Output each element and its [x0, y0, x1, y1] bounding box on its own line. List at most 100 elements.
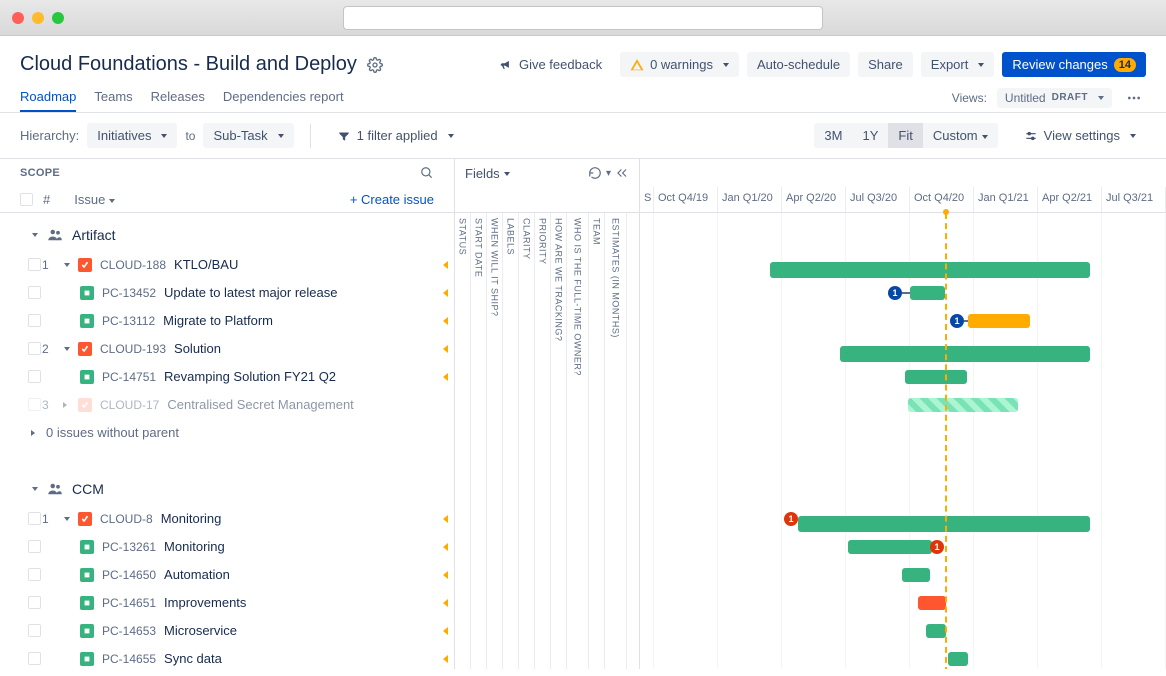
view-settings-button[interactable]: View settings	[1014, 123, 1146, 148]
range-custom-button[interactable]: Custom	[923, 123, 998, 148]
minimize-window-button[interactable]	[32, 12, 44, 24]
undo-icon[interactable]	[588, 166, 602, 180]
field-column[interactable]: STATUS	[455, 213, 471, 669]
field-column[interactable]: ESTIMATES (IN MONTHS)	[605, 213, 627, 669]
more-menu-icon[interactable]	[1122, 86, 1146, 110]
issue-row[interactable]: PC-13112 Migrate to Platform	[0, 307, 454, 335]
row-checkbox[interactable]	[28, 370, 41, 383]
gantt-bar[interactable]	[902, 568, 930, 582]
issue-row[interactable]: PC-13261 Monitoring	[0, 533, 454, 561]
field-column[interactable]: HOW ARE WE TRACKING?	[551, 213, 567, 669]
issue-row[interactable]: PC-14651 Improvements	[0, 589, 454, 617]
review-changes-button[interactable]: Review changes 14	[1002, 52, 1146, 77]
to-label: to	[185, 129, 195, 143]
dependency-badge[interactable]: 1	[888, 286, 902, 300]
gantt-bar[interactable]	[910, 286, 945, 300]
field-column[interactable]: LABELS	[503, 213, 519, 669]
chevron-right-icon[interactable]	[28, 430, 38, 436]
tab-releases[interactable]: Releases	[151, 83, 205, 112]
field-column[interactable]: WHEN WILL IT SHIP?	[487, 213, 503, 669]
issue-row[interactable]: PC-14655 Sync data	[0, 645, 454, 669]
gantt-bar[interactable]	[905, 370, 967, 384]
filters-button[interactable]: 1 filter applied	[327, 123, 464, 148]
gantt-bar[interactable]	[918, 596, 946, 610]
issue-row[interactable]: 3 CLOUD-17 Centralised Secret Management	[0, 391, 454, 419]
gantt-bar[interactable]	[848, 540, 932, 554]
warning-marker-icon	[443, 317, 448, 325]
tab-roadmap[interactable]: Roadmap	[20, 83, 76, 112]
row-checkbox[interactable]	[28, 258, 41, 271]
row-checkbox[interactable]	[28, 286, 41, 299]
issue-row[interactable]: 1 CLOUD-8 Monitoring	[0, 505, 454, 533]
row-checkbox[interactable]	[28, 568, 41, 581]
field-column[interactable]: TEAM	[589, 213, 605, 669]
issue-row[interactable]: PC-14751 Revamping Solution FY21 Q2	[0, 363, 454, 391]
hierarchy-from-select[interactable]: Initiatives	[87, 123, 177, 148]
auto-schedule-button[interactable]: Auto-schedule	[747, 52, 850, 77]
issue-row[interactable]: 1 CLOUD-188 KTLO/BAU	[0, 251, 454, 279]
search-icon[interactable]	[420, 166, 434, 180]
group-ccm[interactable]: CCM	[0, 467, 454, 505]
row-checkbox[interactable]	[28, 342, 41, 355]
fields-dropdown[interactable]: Fields	[465, 166, 510, 181]
view-selector[interactable]: Untitled DRAFT	[997, 88, 1112, 108]
field-column[interactable]: WHO IS THE FULL-TIME OWNER?	[567, 213, 589, 669]
chevron-down-icon[interactable]	[60, 263, 70, 267]
issue-col-label[interactable]: Issue	[74, 192, 115, 207]
gear-icon[interactable]	[367, 57, 383, 73]
row-checkbox[interactable]	[28, 596, 41, 609]
row-checkbox[interactable]	[28, 540, 41, 553]
row-checkbox[interactable]	[28, 624, 41, 637]
timeline-header-cell: Jul Q3/20	[846, 187, 910, 212]
chevron-down-icon[interactable]	[60, 347, 70, 351]
tabs-row: Roadmap Teams Releases Dependencies repo…	[0, 83, 1166, 113]
issue-row[interactable]: PC-13452 Update to latest major release	[0, 279, 454, 307]
gantt-bar[interactable]	[798, 516, 1090, 532]
row-checkbox[interactable]	[28, 398, 41, 411]
warnings-button[interactable]: 0 warnings	[620, 52, 739, 77]
select-all-checkbox[interactable]	[20, 193, 33, 206]
chevron-down-icon[interactable]	[60, 517, 70, 521]
export-button[interactable]: Export	[921, 52, 995, 77]
create-issue-button[interactable]: + Create issue	[350, 192, 434, 207]
row-number: 3	[42, 398, 52, 412]
range-fit-button[interactable]: Fit	[888, 123, 922, 148]
row-checkbox[interactable]	[28, 512, 41, 525]
gantt-bar[interactable]	[968, 314, 1030, 328]
field-column[interactable]: PRIORITY	[535, 213, 551, 669]
issue-row[interactable]: PC-14653 Microservice	[0, 617, 454, 645]
field-column[interactable]: CLARITY	[519, 213, 535, 669]
timeline-panel[interactable]: SOct Q4/19Jan Q1/20Apr Q2/20Jul Q3/20Oct…	[640, 159, 1166, 669]
chevron-down-icon[interactable]	[28, 487, 38, 491]
issue-row[interactable]: PC-14650 Automation	[0, 561, 454, 589]
field-column[interactable]: START DATE	[471, 213, 487, 669]
undo-redo-icons[interactable]: ▾	[588, 166, 629, 180]
hierarchy-to-select[interactable]: Sub-Task	[203, 123, 293, 148]
gantt-bar[interactable]	[908, 398, 1018, 412]
tab-teams[interactable]: Teams	[94, 83, 132, 112]
gantt-bar[interactable]	[840, 346, 1090, 362]
gantt-bar[interactable]	[770, 262, 1090, 278]
give-feedback-button[interactable]: Give feedback	[489, 52, 612, 77]
chevron-down-icon[interactable]	[28, 233, 38, 237]
maximize-window-button[interactable]	[52, 12, 64, 24]
collapse-icon[interactable]	[615, 166, 629, 180]
share-button[interactable]: Share	[858, 52, 913, 77]
tab-dependencies[interactable]: Dependencies report	[223, 83, 344, 112]
dependency-badge[interactable]: 1	[930, 540, 944, 554]
dependency-badge[interactable]: 1	[784, 512, 798, 526]
close-window-button[interactable]	[12, 12, 24, 24]
row-checkbox[interactable]	[28, 314, 41, 327]
group-artifact[interactable]: Artifact	[0, 213, 454, 251]
range-1y-button[interactable]: 1Y	[852, 123, 888, 148]
row-checkbox[interactable]	[28, 652, 41, 665]
range-3m-button[interactable]: 3M	[814, 123, 852, 148]
gantt-bar[interactable]	[926, 624, 946, 638]
url-bar[interactable]	[343, 6, 823, 30]
issue-key: PC-14653	[102, 624, 156, 638]
issue-row[interactable]: 2 CLOUD-193 Solution	[0, 335, 454, 363]
chevron-right-icon[interactable]	[60, 402, 70, 408]
no-parent-row[interactable]: 0 issues without parent	[0, 419, 454, 447]
dependency-badge[interactable]: 1	[950, 314, 964, 328]
gantt-bar[interactable]	[948, 652, 968, 666]
